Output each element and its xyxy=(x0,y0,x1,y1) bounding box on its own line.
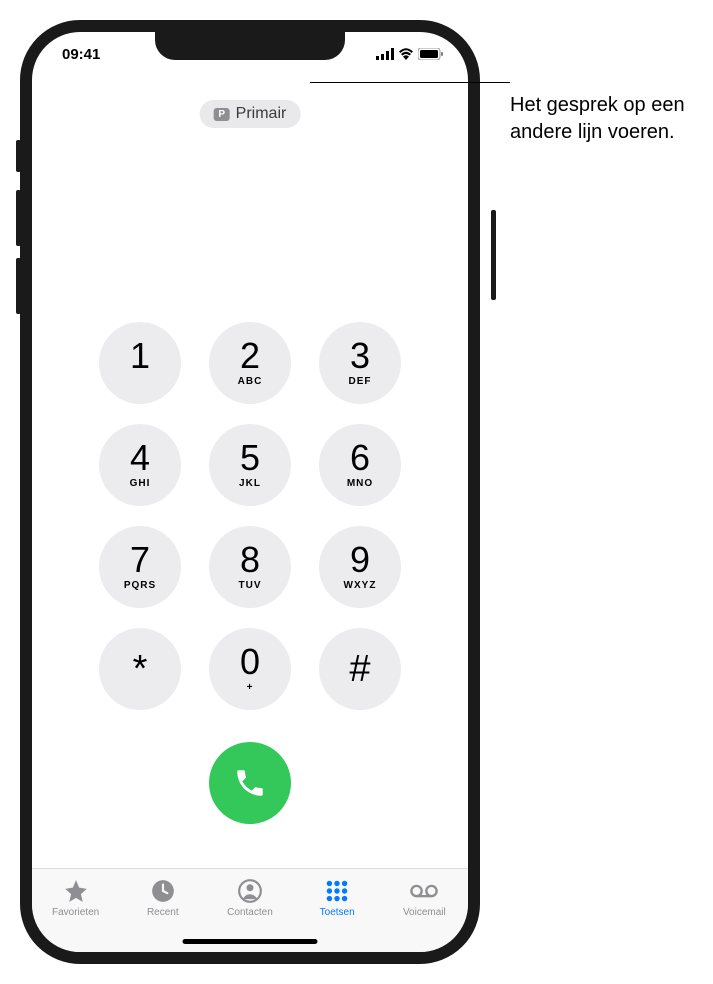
status-time: 09:41 xyxy=(52,46,100,63)
key-letters: WXYZ xyxy=(344,580,377,592)
person-icon xyxy=(236,877,264,905)
key-digit: # xyxy=(349,650,370,688)
phone-icon xyxy=(233,766,267,800)
callout-text: Het gesprek op een andere lijn voeren. xyxy=(510,92,700,146)
key-digit: 1 xyxy=(130,338,150,374)
key-letters: + xyxy=(247,682,254,694)
tab-favorites[interactable]: Favorieten xyxy=(36,877,116,918)
tab-label: Favorieten xyxy=(52,907,99,918)
key-letters: MNO xyxy=(347,478,373,490)
tab-label: Toetsen xyxy=(320,907,355,918)
key-2[interactable]: 2 ABC xyxy=(209,322,291,404)
key-digit: 2 xyxy=(240,338,260,374)
wifi-icon xyxy=(398,48,414,60)
line-label: Primair xyxy=(236,105,287,123)
voicemail-icon xyxy=(410,877,438,905)
key-letters: TUV xyxy=(239,580,262,592)
key-digit: 0 xyxy=(240,644,260,680)
key-digit: 7 xyxy=(130,542,150,578)
line-badge: P xyxy=(214,108,230,121)
tab-label: Voicemail xyxy=(403,907,446,918)
battery-icon xyxy=(418,48,444,60)
key-digit: 5 xyxy=(240,440,260,476)
key-hash[interactable]: # xyxy=(319,628,401,710)
tab-label: Recent xyxy=(147,907,179,918)
key-letters: ABC xyxy=(238,376,263,388)
phone-frame: 09:41 P Primair 1 2 ABC 3 DEF 4 GHI 5 JK… xyxy=(20,20,480,964)
key-letters: DEF xyxy=(349,376,372,388)
key-star[interactable]: * xyxy=(99,628,181,710)
star-icon xyxy=(62,877,90,905)
notch xyxy=(155,32,345,60)
line-selector-pill[interactable]: P Primair xyxy=(200,100,301,128)
key-letters: GHI xyxy=(130,478,151,490)
power-button xyxy=(491,210,496,300)
key-digit: 3 xyxy=(350,338,370,374)
tab-contacts[interactable]: Contacten xyxy=(210,877,290,918)
key-6[interactable]: 6 MNO xyxy=(319,424,401,506)
key-9[interactable]: 9 WXYZ xyxy=(319,526,401,608)
callout-line xyxy=(310,82,510,83)
key-5[interactable]: 5 JKL xyxy=(209,424,291,506)
key-4[interactable]: 4 GHI xyxy=(99,424,181,506)
key-0[interactable]: 0 + xyxy=(209,628,291,710)
key-digit: 6 xyxy=(350,440,370,476)
key-letters: PQRS xyxy=(124,580,156,592)
clock-icon xyxy=(149,877,177,905)
tab-recent[interactable]: Recent xyxy=(123,877,203,918)
key-7[interactable]: 7 PQRS xyxy=(99,526,181,608)
keypad: 1 2 ABC 3 DEF 4 GHI 5 JKL 6 MNO 7 PQRS 8 xyxy=(99,322,401,710)
status-icons xyxy=(376,48,448,60)
key-digit: 8 xyxy=(240,542,260,578)
home-indicator[interactable] xyxy=(183,939,318,944)
tab-label: Contacten xyxy=(227,907,273,918)
tab-keypad[interactable]: Toetsen xyxy=(297,877,377,918)
cellular-icon xyxy=(376,48,394,60)
key-8[interactable]: 8 TUV xyxy=(209,526,291,608)
tab-voicemail[interactable]: Voicemail xyxy=(384,877,464,918)
key-letters: JKL xyxy=(239,478,261,490)
keypad-icon xyxy=(323,877,351,905)
key-digit: 4 xyxy=(130,440,150,476)
key-3[interactable]: 3 DEF xyxy=(319,322,401,404)
key-digit: * xyxy=(133,650,148,688)
key-1[interactable]: 1 xyxy=(99,322,181,404)
call-button[interactable] xyxy=(209,742,291,824)
key-digit: 9 xyxy=(350,542,370,578)
